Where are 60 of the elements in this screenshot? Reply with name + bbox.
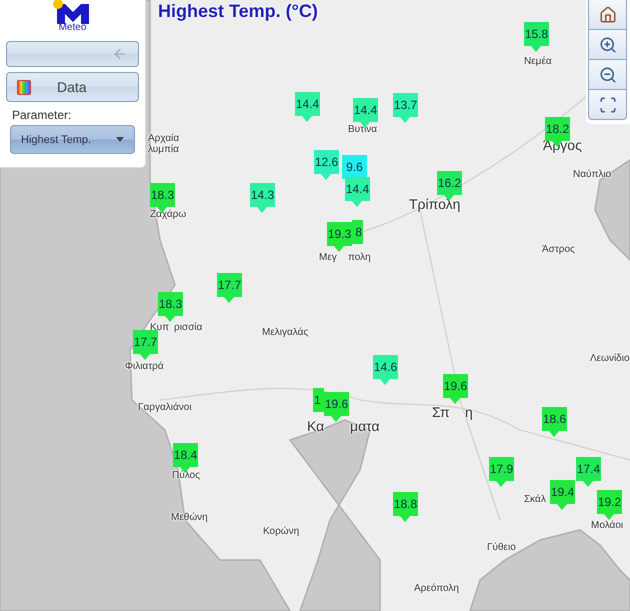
place-label: η: [465, 404, 473, 420]
place-label: Λεωνίδιο: [590, 353, 630, 364]
zoom-out-button[interactable]: [588, 60, 627, 90]
map-title: Highest Temp. (°C): [158, 1, 318, 22]
temperature-marker[interactable]: 19.2: [597, 490, 622, 520]
zoom-in-icon: [598, 36, 616, 54]
place-label: Σκάλ: [524, 494, 546, 505]
temperature-marker[interactable]: 19.3: [327, 222, 352, 252]
place-label: ματα: [350, 418, 380, 434]
place-label: Σπ: [432, 404, 450, 420]
temperature-marker[interactable]: 19.6: [324, 392, 349, 422]
place-label: Κυπ: [150, 322, 170, 333]
place-label: Μελιγαλάς: [262, 327, 308, 338]
temperature-marker[interactable]: 14.4: [295, 92, 320, 122]
zoom-in-button[interactable]: [588, 30, 627, 60]
temperature-marker[interactable]: 19.6: [443, 374, 468, 404]
place-label: ρισσία: [174, 322, 202, 333]
temperature-marker[interactable]: 13.7: [393, 93, 418, 123]
temperature-marker[interactable]: 18.8: [393, 492, 418, 522]
temperature-marker[interactable]: 14.6: [373, 355, 398, 385]
place-label: Αρχαία: [148, 133, 180, 144]
place-label: Νεμέα: [524, 56, 552, 67]
zoom-out-icon: [598, 66, 616, 84]
temperature-marker[interactable]: 15.8: [524, 22, 549, 52]
place-label: Κα: [307, 418, 324, 434]
parameter-label: Parameter:: [12, 108, 72, 122]
place-label: Γαργαλιάνοι: [138, 402, 192, 413]
temperature-marker[interactable]: 16.2: [437, 171, 462, 201]
temperature-marker[interactable]: 18.3: [158, 292, 183, 322]
parameter-select[interactable]: Highest Temp.: [10, 125, 135, 154]
place-label: Ναύπλιο: [573, 169, 612, 180]
temperature-marker[interactable]: 19.4: [550, 480, 575, 510]
home-button[interactable]: [588, 0, 627, 30]
place-label: λυμπία: [148, 144, 179, 155]
arrow-left-icon: [112, 46, 128, 62]
full-extent-button[interactable]: [588, 90, 627, 120]
full-extent-icon: [598, 96, 616, 114]
place-label: Πύλος: [172, 470, 200, 481]
place-label: Γύθειο: [487, 542, 516, 553]
temperature-marker[interactable]: 17.7: [217, 273, 242, 303]
data-button[interactable]: Data: [6, 72, 139, 102]
temperature-marker[interactable]: 12.6: [314, 150, 339, 180]
house-icon: [598, 6, 616, 24]
place-label: Άστρος: [542, 244, 575, 255]
place-label: Μεθώνη: [171, 512, 208, 523]
temperature-marker[interactable]: 17.4: [576, 457, 601, 487]
place-label: Κορώνη: [263, 526, 300, 537]
temperature-marker[interactable]: 17.7: [133, 330, 158, 360]
place-label: Μολάοι: [591, 520, 624, 531]
place-label: Αρεόπολη: [414, 583, 459, 594]
caret-icon: [116, 137, 124, 142]
place-label: Φιλιατρά: [125, 361, 164, 372]
temperature-marker[interactable]: 14.4: [345, 177, 370, 207]
logo-text: Meteo: [58, 23, 86, 33]
rainbow-icon: [17, 80, 31, 94]
temperature-marker[interactable]: 18.6: [542, 407, 567, 437]
place-label: Μεγ: [319, 252, 337, 263]
temperature-marker[interactable]: 14.3: [250, 183, 275, 213]
temperature-marker[interactable]: 17.9: [489, 457, 514, 487]
place-label: πολη: [348, 252, 371, 263]
